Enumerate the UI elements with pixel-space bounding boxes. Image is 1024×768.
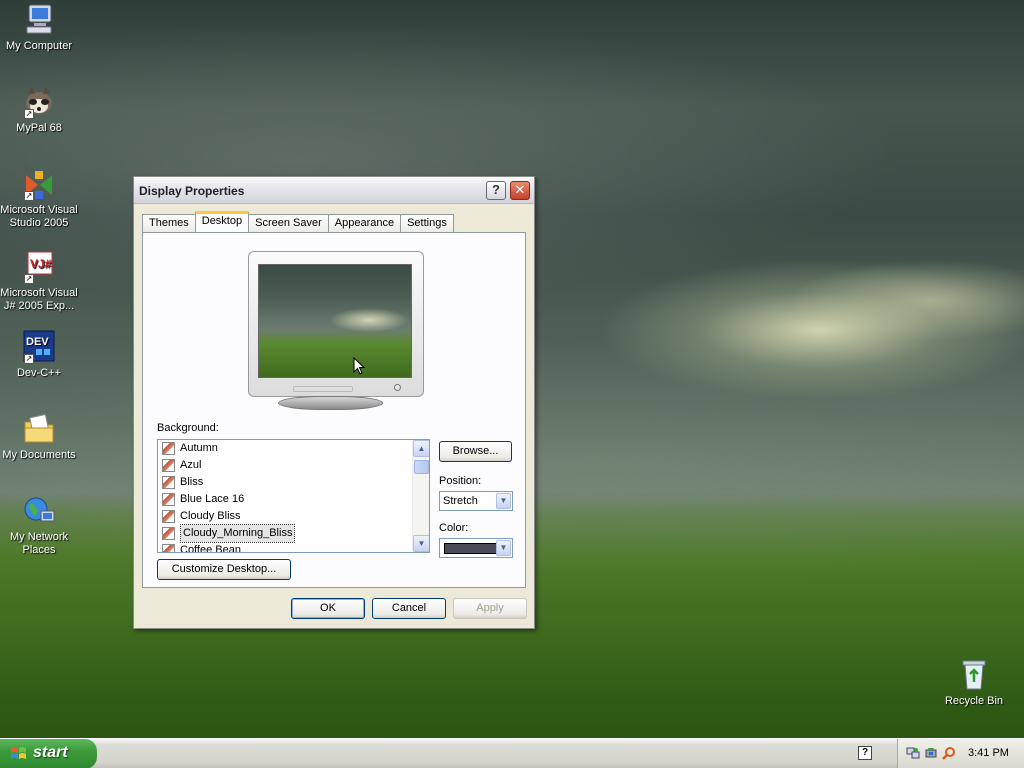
desktop-icon-label: My Documents [2,449,76,461]
desktop-icon-visual-jsharp[interactable]: VJ# ↗ Microsoft Visual J# 2005 Exp... [0,250,79,313]
background-listbox[interactable]: Autumn Azul Bliss Blue Lace 16 Cloudy Bl… [157,439,430,553]
tab-appearance[interactable]: Appearance [327,214,402,232]
color-swatch [444,543,497,554]
help-tray-icon[interactable]: ? [858,746,872,760]
monitor-preview [248,251,424,397]
chevron-down-icon: ▼ [496,540,511,556]
desktop-icon-label: Recycle Bin [944,695,1004,707]
start-label: start [33,744,68,761]
system-tray: 3:41 PM [897,739,1024,768]
search-magnifier-icon[interactable] [942,746,956,760]
safely-remove-hardware-icon[interactable] [924,746,938,760]
tab-screen-saver[interactable]: Screen Saver [248,214,329,232]
desktop-icon-dev-cpp[interactable]: DEV ↗ Dev-C++ [0,330,79,380]
bitmap-file-icon [162,510,175,523]
list-item[interactable]: Blue Lace 16 [158,491,429,508]
desktop-icon-label: My Computer [5,40,73,52]
desktop-icon-label: Microsoft Visual Studio 2005 [0,204,78,229]
bitmap-file-icon [162,544,175,552]
color-picker-button[interactable]: ▼ [439,538,513,558]
desktop-icon-my-documents[interactable]: My Documents [0,412,79,462]
display-properties-dialog: Display Properties ? ✕ Themes Desktop Sc… [133,176,535,629]
recycle-bin-icon [957,658,991,692]
my-computer-icon [22,3,56,37]
desktop-icon-my-network-places[interactable]: My Network Places [0,494,79,557]
mouse-pointer-icon [353,357,365,375]
scroll-thumb[interactable] [414,460,429,474]
ok-button[interactable]: OK [291,598,365,619]
bitmap-file-icon [162,442,175,455]
svg-text:VJ#: VJ# [30,257,52,271]
desktop-icon-visual-studio[interactable]: ↗ Microsoft Visual Studio 2005 [0,167,79,230]
svg-text:DEV: DEV [26,336,49,348]
desktop-icon-mypal[interactable]: ↗ MyPal 68 [0,85,79,135]
network-globe-icon [22,494,56,528]
cancel-button[interactable]: Cancel [372,598,446,619]
desktop-icon-label: MyPal 68 [16,122,62,134]
bitmap-file-icon [162,527,175,540]
bitmap-file-icon [162,493,175,506]
desktop-icon-my-computer[interactable]: My Computer [0,3,79,53]
tab-desktop[interactable]: Desktop [194,211,250,232]
desktop-icon-label: Dev-C++ [16,367,62,379]
customize-desktop-button[interactable]: Customize Desktop... [157,559,291,580]
dialog-titlebar[interactable]: Display Properties ? ✕ [134,177,534,204]
color-label: Color: [439,522,469,534]
shortcut-arrow-icon: ↗ [24,274,34,284]
list-item[interactable]: Cloudy Bliss [158,508,429,525]
scroll-up-arrow-icon[interactable]: ▲ [413,440,429,457]
monitor-stand [278,396,383,410]
position-value: Stretch [443,495,478,507]
list-item[interactable]: Autumn [158,440,429,457]
help-button[interactable]: ? [486,181,506,200]
monitor-bezel-bar [293,386,353,392]
shortcut-arrow-icon: ↗ [24,354,34,364]
monitor-power-led [394,384,401,391]
my-documents-folder-icon [22,412,56,446]
chevron-down-icon: ▼ [496,493,511,509]
visual-jsharp-icon: VJ# ↗ [22,250,56,284]
dialog-tabs: Themes Desktop Screen Saver Appearance S… [142,211,454,232]
position-dropdown[interactable]: Stretch ▼ [439,491,513,511]
apply-button[interactable]: Apply [453,598,527,619]
windows-flag-icon [11,747,26,759]
visual-studio-icon: ↗ [22,167,56,201]
position-label: Position: [439,475,482,487]
mypal-raccoon-icon: ↗ [22,85,56,119]
list-item-selected[interactable]: Cloudy_Morning_Bliss [158,524,429,543]
list-item[interactable]: Coffee Bean [158,542,429,552]
shortcut-arrow-icon: ↗ [24,191,34,201]
background-label: Background: [157,422,219,434]
scroll-down-arrow-icon[interactable]: ▼ [413,535,429,552]
tab-themes[interactable]: Themes [142,214,196,232]
shortcut-arrow-icon: ↗ [24,109,34,119]
bitmap-file-icon [162,459,175,472]
list-item[interactable]: Azul [158,457,429,474]
desktop-tab-panel: Background: Autumn Azul Bliss Blue Lace … [142,232,526,588]
tab-settings[interactable]: Settings [400,214,454,232]
desktop-icon-label: Microsoft Visual J# 2005 Exp... [0,287,78,312]
network-tray-icon[interactable] [906,746,920,760]
list-item[interactable]: Bliss [158,474,429,491]
close-button[interactable]: ✕ [510,181,530,200]
bitmap-file-icon [162,476,175,489]
desktop-icon-recycle-bin[interactable]: Recycle Bin [934,658,1014,708]
listbox-scrollbar[interactable]: ▲ ▼ [412,440,429,552]
desktop-icon-label: My Network Places [9,531,69,556]
taskbar: start ? 3:41 PM [0,738,1024,768]
system-clock[interactable]: 3:41 PM [968,747,1009,759]
dialog-title: Display Properties [139,184,245,198]
dev-cpp-icon: DEV ↗ [22,330,56,364]
wallpaper-preview-screen [258,264,412,378]
start-button[interactable]: start [0,739,97,768]
browse-button[interactable]: Browse... [439,441,512,462]
